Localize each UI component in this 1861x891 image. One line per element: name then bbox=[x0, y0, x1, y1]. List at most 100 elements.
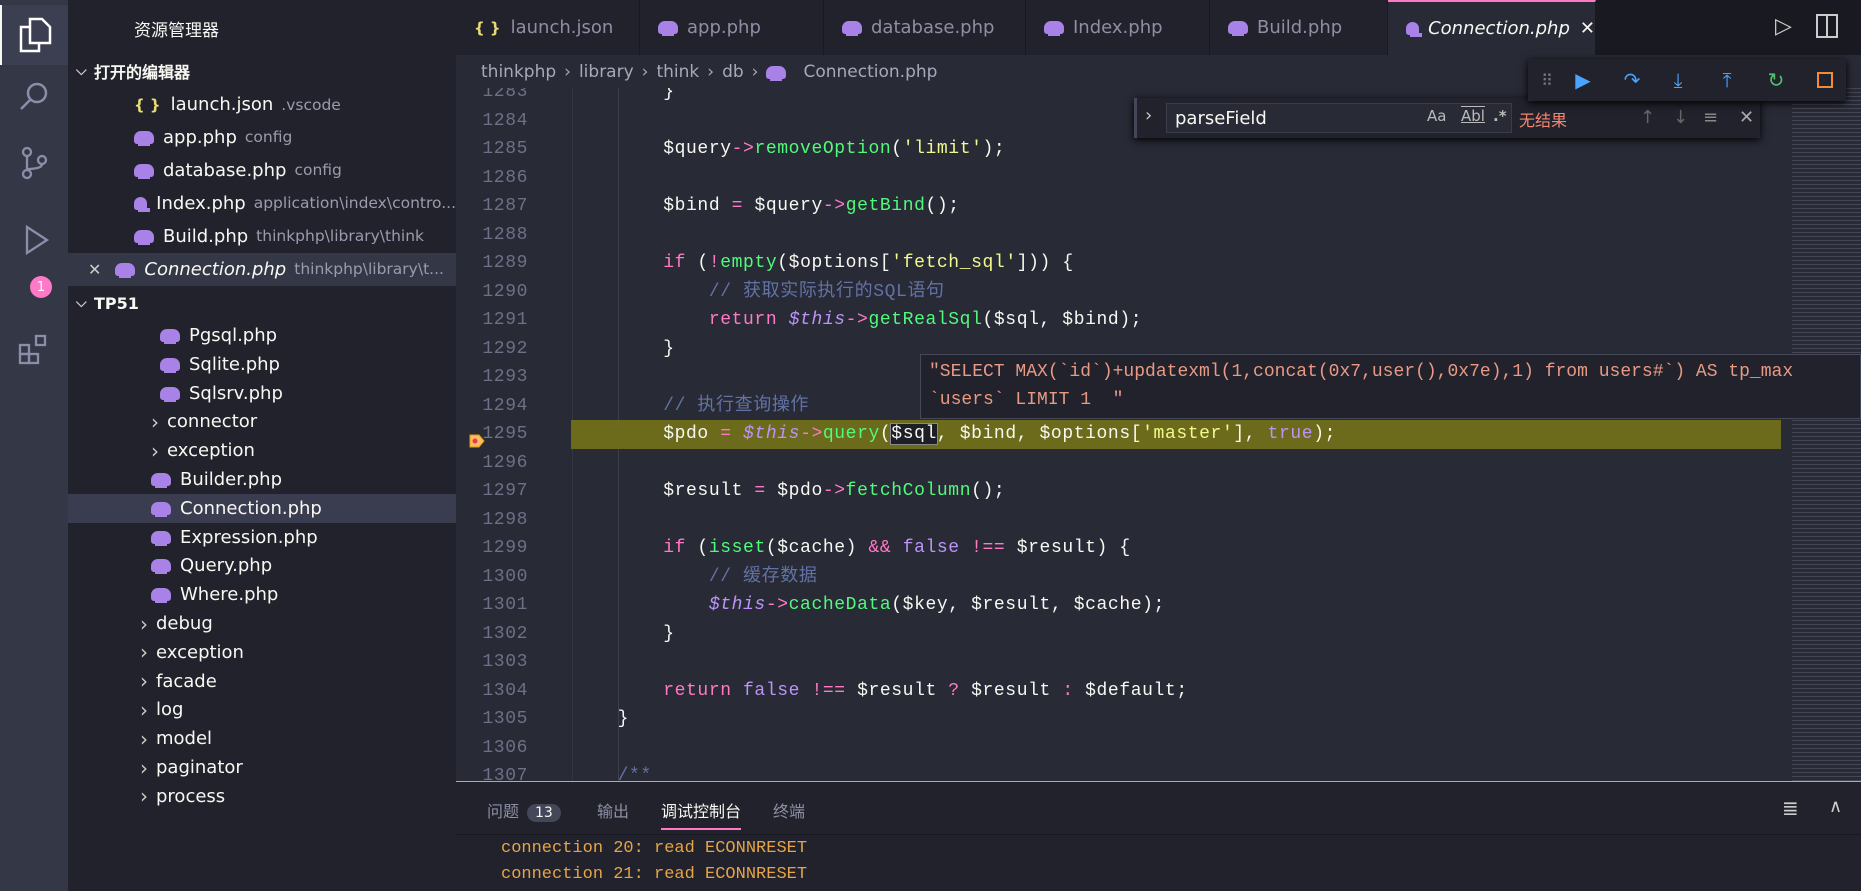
code-line[interactable]: 1289 if (!empty($options['fetch_sql'])) … bbox=[456, 249, 1792, 278]
tab-output[interactable]: 输出 bbox=[597, 798, 629, 822]
breadcrumb-item[interactable]: db bbox=[722, 62, 744, 82]
code-line[interactable]: 1290 // 获取实际执行的SQL语句 bbox=[456, 278, 1792, 307]
explorer-icon[interactable] bbox=[0, 5, 68, 65]
code-line[interactable]: 1305 } bbox=[456, 705, 1792, 734]
tree-folder[interactable]: › exception bbox=[68, 436, 456, 465]
file-name: launch.json bbox=[170, 94, 274, 115]
match-case-toggle[interactable]: Aa bbox=[1427, 107, 1446, 125]
continue-icon[interactable]: ▶︎ bbox=[1568, 65, 1598, 95]
clear-console-icon[interactable]: ≣ bbox=[1782, 796, 1799, 820]
code-line[interactable]: 1297 $result = $pdo->fetchColumn(); bbox=[456, 477, 1792, 506]
tree-file[interactable]: Sqlsrv.php bbox=[68, 379, 456, 408]
breadcrumb-item[interactable]: Connection.php bbox=[803, 62, 937, 82]
tab-connection-php[interactable]: Connection.php ✕ bbox=[1388, 0, 1596, 55]
code-token: $default; bbox=[1073, 680, 1188, 701]
open-editor-item[interactable]: Build.php thinkphp\library\think bbox=[68, 220, 456, 253]
tab-database-php[interactable]: database.php bbox=[824, 0, 1026, 55]
tree-file[interactable]: Where.php bbox=[68, 580, 456, 609]
file-path: application\index\contro... bbox=[253, 194, 456, 213]
find-in-selection-icon[interactable]: ≡ bbox=[1703, 107, 1718, 128]
code-line[interactable]: 1298 bbox=[456, 506, 1792, 535]
code-token: query bbox=[822, 424, 880, 444]
code-line[interactable]: 1304 return false !== $result ? $result … bbox=[456, 677, 1792, 706]
tab-app-php[interactable]: app.php bbox=[640, 0, 824, 55]
tree-file[interactable]: Query.php bbox=[68, 551, 456, 580]
source-control-icon[interactable] bbox=[0, 133, 68, 193]
tree-folder[interactable]: › model bbox=[68, 724, 456, 753]
extensions-icon[interactable] bbox=[0, 320, 68, 380]
close-find-icon[interactable]: ✕ bbox=[1739, 107, 1754, 128]
tree-item-label: exception bbox=[156, 641, 244, 663]
open-editor-item[interactable]: ✕ Connection.php thinkphp\library\t... bbox=[68, 252, 456, 286]
line-number: 1302 bbox=[482, 623, 528, 644]
maximize-panel-icon[interactable]: ∧ bbox=[1829, 796, 1842, 817]
code-editor[interactable]: 1283 } 1284 1285 $query->removeOption('lim… bbox=[456, 88, 1861, 781]
tree-folder[interactable]: › debug bbox=[68, 609, 456, 638]
tree-folder[interactable]: › process bbox=[68, 782, 456, 811]
code-line[interactable]: 1303 bbox=[456, 648, 1792, 677]
tree-file[interactable]: Expression.php bbox=[68, 523, 456, 552]
code-line[interactable]: 1302 } bbox=[456, 620, 1792, 649]
split-editor-icon[interactable] bbox=[1816, 14, 1838, 38]
code-line[interactable]: 1291 return $this->getRealSql($sql, $bin… bbox=[456, 306, 1792, 335]
restart-icon[interactable]: ↻ bbox=[1761, 65, 1791, 95]
code-line[interactable]: 1301 $this->cacheData($key, $result, $ca… bbox=[456, 591, 1792, 620]
project-header[interactable]: ⌵ TP51 bbox=[68, 288, 456, 318]
code-line[interactable]: 1296 bbox=[456, 449, 1792, 478]
tab-terminal[interactable]: 终端 bbox=[773, 798, 805, 822]
breadcrumb-item[interactable]: thinkphp bbox=[481, 62, 556, 82]
breadcrumb-item[interactable]: think bbox=[656, 62, 699, 82]
code-line[interactable]: 1285 $query->removeOption('limit'); bbox=[456, 135, 1792, 164]
code-token: -> bbox=[822, 196, 846, 216]
code-line[interactable]: 1295 $pdo = $this->query($sql, $bind, $o… bbox=[456, 420, 1792, 449]
code-token: } bbox=[663, 623, 675, 644]
tree-folder[interactable]: › exception bbox=[68, 638, 456, 667]
code-line[interactable]: 1307 /** bbox=[456, 762, 1792, 781]
tree-folder[interactable]: › facade bbox=[68, 667, 456, 696]
tree-file[interactable]: Builder.php bbox=[68, 465, 456, 494]
tab-build-php[interactable]: Build.php bbox=[1210, 0, 1388, 55]
tree-file[interactable]: Connection.php bbox=[68, 493, 456, 523]
open-editors-header[interactable]: ⌵ 打开的编辑器 bbox=[68, 56, 456, 86]
open-editor-item[interactable]: { } launch.json .vscode bbox=[68, 88, 456, 121]
tree-folder[interactable]: › log bbox=[68, 695, 456, 724]
previous-match-icon[interactable]: ↑ bbox=[1640, 107, 1655, 128]
regex-toggle[interactable]: .* bbox=[1493, 107, 1507, 125]
breakpoint-arrow-icon[interactable] bbox=[469, 434, 485, 448]
run-debug-icon[interactable] bbox=[0, 210, 68, 270]
tab-launch-json[interactable]: { } launch.json bbox=[456, 0, 640, 55]
code-line[interactable]: 1299 if (isset($cache) && false !== $res… bbox=[456, 534, 1792, 563]
stop-icon[interactable] bbox=[1810, 65, 1840, 95]
open-editor-item[interactable]: database.php config bbox=[68, 154, 456, 187]
drag-handle-icon[interactable]: ⠿ bbox=[1532, 65, 1562, 95]
tab-debug-console[interactable]: 调试控制台 bbox=[661, 798, 742, 830]
minimap[interactable] bbox=[1792, 88, 1861, 781]
close-icon[interactable]: ✕ bbox=[88, 260, 101, 279]
tab-index-php[interactable]: Index.php bbox=[1026, 0, 1210, 55]
breadcrumb-separator-icon: › bbox=[641, 62, 649, 82]
step-out-icon[interactable]: ⤒ bbox=[1712, 65, 1742, 95]
code-line[interactable]: 1287 $bind = $query->getBind(); bbox=[456, 192, 1792, 221]
open-editor-item[interactable]: Index.php application\index\contro... bbox=[68, 187, 456, 220]
tree-file[interactable]: Sqlite.php bbox=[68, 350, 456, 379]
search-icon[interactable] bbox=[0, 66, 68, 126]
tree-file[interactable]: Pgsql.php bbox=[68, 321, 456, 350]
step-over-icon[interactable]: ↷ bbox=[1617, 65, 1647, 95]
tree-folder[interactable]: › paginator bbox=[68, 753, 456, 782]
next-match-icon[interactable]: ↓ bbox=[1673, 107, 1688, 128]
toggle-replace-chevron-icon[interactable]: › bbox=[1145, 105, 1152, 126]
code-line[interactable]: 1286 bbox=[456, 164, 1792, 193]
breadcrumb-item[interactable]: library bbox=[579, 62, 634, 82]
open-editor-item[interactable]: app.php config bbox=[68, 121, 456, 154]
code-line[interactable]: 1300 // 缓存数据 bbox=[456, 563, 1792, 592]
step-into-icon[interactable]: ⤓ bbox=[1663, 65, 1693, 95]
tab-problems[interactable]: 问题 13 bbox=[487, 798, 561, 822]
code-line[interactable]: 1288 bbox=[456, 221, 1792, 250]
code-line[interactable]: 1306 bbox=[456, 734, 1792, 763]
whole-word-toggle[interactable]: Abl bbox=[1461, 107, 1485, 125]
tree-folder[interactable]: › connector bbox=[68, 407, 456, 436]
close-tab-icon[interactable]: ✕ bbox=[1580, 18, 1595, 39]
run-icon[interactable]: ▷ bbox=[1775, 14, 1792, 39]
code-text: $pdo = $this->query($sql, $bind, $option… bbox=[572, 420, 1336, 449]
